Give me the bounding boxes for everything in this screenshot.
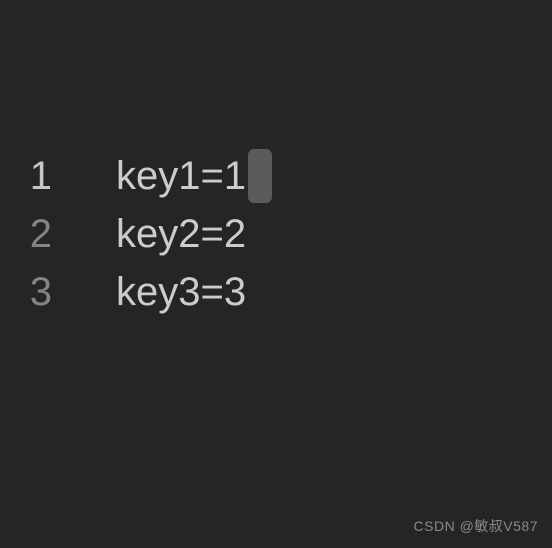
line-content[interactable]: key1=1	[116, 147, 272, 205]
line-number: 2	[24, 205, 52, 263]
code-line[interactable]: 1 key1=1	[24, 147, 552, 205]
code-editor[interactable]: 1 key1=1 2 key2=2 3 key3=3	[0, 0, 552, 321]
line-content[interactable]: key2=2	[116, 205, 246, 263]
code-line[interactable]: 3 key3=3	[24, 263, 552, 321]
line-number: 3	[24, 263, 52, 321]
line-number: 1	[24, 147, 52, 205]
code-line[interactable]: 2 key2=2	[24, 205, 552, 263]
line-text: key3=3	[116, 270, 246, 314]
cursor-icon	[248, 149, 272, 203]
line-text: key1=1	[116, 154, 246, 198]
watermark: CSDN @敏叔V587	[414, 516, 538, 536]
line-text: key2=2	[116, 212, 246, 256]
line-content[interactable]: key3=3	[116, 263, 246, 321]
